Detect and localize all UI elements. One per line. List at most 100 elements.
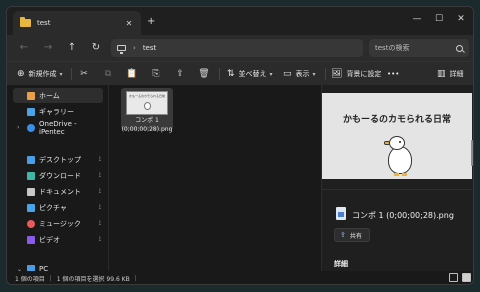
chevron-down-icon: ▾ — [59, 70, 63, 78]
address-bar[interactable]: › test — [111, 39, 363, 57]
download-icon — [27, 171, 35, 180]
close-tab-icon[interactable]: ✕ — [124, 19, 134, 28]
view-icon: ▭ — [283, 69, 292, 79]
sidebar-item-label: ダウンロード — [39, 171, 81, 180]
file-name-line1: コンポ 1 — [135, 117, 159, 124]
share-label: 共有 — [349, 232, 362, 240]
more-options-button[interactable]: ••• — [387, 67, 399, 81]
share-button[interactable]: ⇪ 共有 — [334, 228, 370, 242]
new-button[interactable]: ⊕ 新規作成 ▾ — [17, 67, 63, 81]
copy-icon[interactable]: ⧉ — [101, 67, 115, 81]
item-count: 1 個の項目 — [15, 276, 45, 283]
preview-image-title: かもーるのカモられる日常 — [342, 115, 451, 125]
navigation-pane: ホーム ギャラリー › OneDrive - iPentec デスクトップ ⟟ … — [7, 85, 107, 273]
document-icon — [27, 187, 35, 196]
image-icon: 🖼 — [331, 69, 343, 79]
file-list: かも一るのカモられる日常 コンポ 1 (0;00;00;28).png — [108, 85, 320, 271]
view-button[interactable]: ▭ 表示 ▾ — [283, 67, 316, 81]
sidebar-item-desktop[interactable]: デスクトップ ⟟ — [13, 152, 103, 167]
sidebar-item-gallery[interactable]: ギャラリー — [13, 104, 103, 119]
details-pane: かもーるのカモられる日常 コンポ 1 (0;00;00;28).png ⇪ 共有… — [321, 85, 473, 271]
chevron-down-icon: ▾ — [312, 70, 316, 78]
sidebar-item-label: ドキュメント — [39, 187, 81, 196]
navigation-bar: ← → ↑ ↻ › test testの検索 — [7, 35, 473, 61]
pc-icon — [117, 45, 126, 54]
thumbnail-title: かも一るのカモられる日常 — [129, 94, 166, 98]
share-icon: ⇪ — [340, 231, 346, 239]
maximize-button[interactable]: ☐ — [431, 14, 447, 24]
file-item[interactable]: かも一るのカモられる日常 コンポ 1 (0;00;00;28).png — [121, 88, 173, 133]
rename-icon[interactable]: ⎘ — [149, 67, 163, 81]
preview-scrollbar[interactable] — [471, 140, 473, 166]
pin-icon[interactable]: ⟟ — [99, 188, 101, 196]
chevron-down-icon: ▾ — [269, 70, 273, 78]
delete-icon[interactable]: 🗑 — [197, 67, 211, 81]
sort-button[interactable]: ⇅ 並べ替え ▾ — [227, 67, 273, 81]
refresh-button[interactable]: ↻ — [89, 41, 103, 55]
bird-illustration — [384, 136, 414, 176]
more-icon: ••• — [387, 70, 400, 78]
sidebar-item-videos[interactable]: ビデオ ⟟ — [13, 232, 103, 247]
details-heading: 詳細 — [334, 260, 348, 268]
divider — [219, 68, 220, 80]
sidebar-item-label: ピクチャ — [39, 203, 67, 212]
desktop-icon — [27, 155, 35, 164]
sidebar-item-pictures[interactable]: ピクチャ ⟟ — [13, 200, 103, 215]
details-view-button[interactable] — [449, 273, 458, 282]
search-icon — [456, 44, 463, 52]
new-tab-button[interactable]: + — [147, 16, 155, 27]
plus-circle-icon: ⊕ — [17, 69, 25, 79]
view-label: 表示 — [295, 70, 310, 78]
sidebar-item-label: ギャラリー — [39, 107, 74, 116]
breadcrumb-test[interactable]: test — [143, 44, 156, 52]
preview-filename: コンポ 1 (0;00;00;28).png — [352, 211, 454, 220]
sort-icon: ⇅ — [227, 69, 235, 79]
new-label: 新規作成 — [28, 70, 57, 78]
file-explorer-window: test ✕ + — ☐ ✕ ← → ↑ ↻ › test testの検索 ⊕ … — [6, 6, 474, 285]
details-label: 詳細 — [449, 70, 464, 78]
minimize-button[interactable]: — — [409, 14, 425, 24]
sidebar-item-label: ホーム — [39, 91, 60, 100]
cloud-icon — [27, 123, 35, 132]
pin-icon[interactable]: ⟟ — [99, 236, 101, 244]
back-button[interactable]: ← — [17, 41, 31, 55]
selection-info: 1 個の項目を選択 99.6 KB — [56, 276, 130, 283]
tab-test[interactable]: test ✕ — [13, 11, 141, 35]
sidebar-item-label: デスクトップ — [39, 155, 81, 164]
pin-icon[interactable]: ⟟ — [99, 204, 101, 212]
pictures-icon — [27, 203, 35, 212]
up-button[interactable]: ↑ — [65, 41, 79, 55]
sidebar-item-onedrive[interactable]: › OneDrive - iPentec — [13, 120, 103, 136]
sidebar-item-label: ビデオ — [39, 235, 60, 244]
paste-icon[interactable]: 📋 — [125, 67, 139, 81]
share-icon[interactable]: ⇪ — [173, 67, 187, 81]
status-bar: 1 個の項目 | 1 個の項目を選択 99.6 KB | — [7, 271, 473, 284]
folder-icon — [20, 17, 31, 27]
sidebar-item-downloads[interactable]: ダウンロード ⟟ — [13, 168, 103, 183]
search-placeholder: testの検索 — [375, 44, 410, 52]
forward-button[interactable]: → — [41, 41, 55, 55]
pin-icon[interactable]: ⟟ — [99, 156, 101, 164]
cut-icon[interactable]: ✂ — [77, 67, 91, 81]
chevron-right-icon[interactable]: › — [17, 124, 19, 131]
close-window-button[interactable]: ✕ — [453, 14, 469, 24]
home-icon — [27, 91, 35, 100]
image-file-icon — [336, 207, 346, 220]
file-thumbnail: かも一るのカモられる日常 — [126, 91, 168, 115]
search-input[interactable]: testの検索 — [369, 39, 469, 57]
pin-icon[interactable]: ⟟ — [99, 172, 101, 180]
music-icon — [27, 219, 35, 228]
set-background-button[interactable]: 🖼 背景に設定 — [331, 67, 381, 81]
sidebar-item-music[interactable]: ミュージック ⟟ — [13, 216, 103, 231]
details-pane-button[interactable]: ▥ 詳細 — [437, 67, 464, 81]
divider — [325, 68, 326, 80]
sidebar-item-label: ミュージック — [39, 219, 81, 228]
tiles-view-button[interactable] — [462, 273, 471, 282]
sidebar-item-documents[interactable]: ドキュメント ⟟ — [13, 184, 103, 199]
sidebar-item-home[interactable]: ホーム — [13, 88, 103, 103]
title-bar: test ✕ + — ☐ ✕ — [7, 7, 473, 35]
status-separator: | — [49, 275, 52, 282]
preview-image: かもーるのカモられる日常 — [322, 93, 472, 179]
divider — [322, 189, 472, 190]
pin-icon[interactable]: ⟟ — [99, 220, 101, 228]
